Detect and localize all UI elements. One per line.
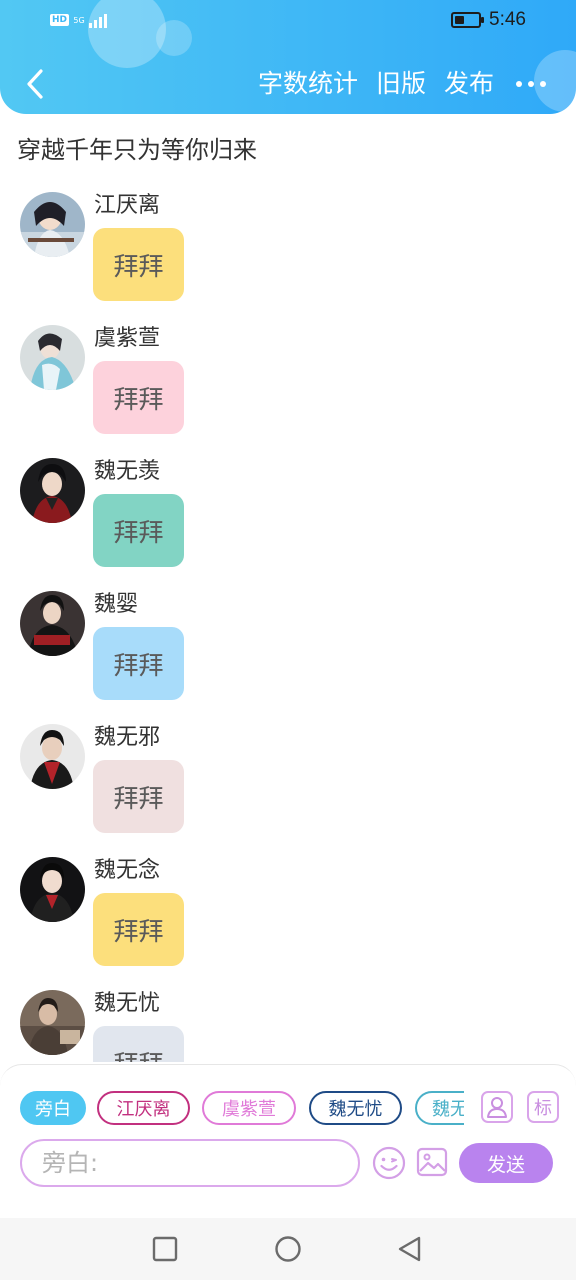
composer-panel: 旁白 江厌离 虞紫萱 魏无忧 魏无 标 发送 (0, 1064, 576, 1218)
publish-button[interactable]: 发布 (444, 62, 494, 106)
role-selector: 旁白 江厌离 虞紫萱 魏无忧 魏无 (20, 1091, 464, 1125)
old-version-button[interactable]: 旧版 (376, 62, 426, 106)
emoji-button[interactable] (371, 1145, 407, 1181)
chat-message[interactable]: 虞紫萱 拜拜 (20, 313, 320, 446)
avatar[interactable] (20, 591, 85, 656)
avatar[interactable] (20, 724, 85, 789)
more-horizontal-icon (516, 81, 522, 87)
message-bubble[interactable]: 拜拜 (93, 1026, 184, 1062)
speaker-name: 魏无念 (94, 858, 161, 883)
manage-roles-button[interactable] (481, 1091, 513, 1123)
chat-message[interactable]: 江厌离 拜拜 (20, 180, 320, 313)
speaker-name: 魏无羡 (94, 459, 161, 484)
chat-message[interactable]: 魏无忧 拜拜 (20, 978, 320, 1062)
signal-icon (89, 12, 108, 28)
message-bubble[interactable]: 拜拜 (93, 494, 184, 567)
emoji-icon (372, 1146, 406, 1180)
speaker-name: 魏无忧 (94, 991, 161, 1016)
send-button[interactable]: 发送 (459, 1143, 553, 1183)
avatar[interactable] (20, 990, 85, 1055)
message-bubble[interactable]: 拜拜 (93, 361, 184, 434)
battery-icon (451, 12, 485, 28)
role-chip-narration[interactable]: 旁白 (20, 1091, 86, 1125)
square-icon[interactable] (152, 1236, 178, 1262)
image-button[interactable] (416, 1146, 448, 1178)
role-chip[interactable]: 魏无 (415, 1091, 464, 1125)
system-nav-bar (0, 1218, 576, 1280)
battery-level (455, 16, 465, 24)
circle-icon[interactable] (275, 1236, 301, 1262)
speaker-name: 江厌离 (94, 193, 161, 218)
decor-bubble (156, 20, 192, 56)
chat-list[interactable]: 江厌离 拜拜 虞紫萱 拜拜 魏无羡 拜拜 魏婴 拜拜 魏无邪 拜拜 魏无念 拜拜… (0, 180, 576, 1062)
network-label: 5G (73, 15, 85, 25)
speaker-name: 魏无邪 (94, 725, 161, 750)
chevron-left-icon (27, 69, 43, 99)
message-bubble[interactable]: 拜拜 (93, 893, 184, 966)
clock: 5:46 (489, 9, 526, 30)
tag-button[interactable]: 标 (527, 1091, 559, 1123)
story-title[interactable]: 穿越千年只为等你归来 (17, 132, 257, 168)
speaker-name: 魏婴 (94, 592, 139, 617)
hd-badge: HD (50, 14, 70, 26)
message-bubble[interactable]: 拜拜 (93, 760, 184, 833)
role-chip[interactable]: 江厌离 (97, 1091, 190, 1125)
avatar[interactable] (20, 857, 85, 922)
more-button[interactable] (516, 62, 546, 106)
message-bubble[interactable]: 拜拜 (93, 228, 184, 301)
image-icon (416, 1147, 448, 1177)
avatar[interactable] (20, 458, 85, 523)
status-bar-left: HD 5G (50, 8, 108, 32)
avatar[interactable] (20, 192, 85, 257)
avatar[interactable] (20, 325, 85, 390)
word-count-button[interactable]: 字数统计 (258, 62, 358, 106)
chat-message[interactable]: 魏无念 拜拜 (20, 845, 320, 978)
triangle-back-icon[interactable] (397, 1236, 423, 1262)
role-chip[interactable]: 魏无忧 (309, 1091, 402, 1125)
speaker-name: 虞紫萱 (94, 326, 161, 351)
status-bar-right: 5:46 (451, 7, 526, 33)
header-actions: 字数统计 旧版 发布 (258, 62, 546, 106)
person-icon (487, 1097, 507, 1118)
back-button[interactable] (18, 64, 52, 104)
role-chip[interactable]: 虞紫萱 (202, 1091, 296, 1125)
app-header: HD 5G 5:46 字数统计 旧版 发布 (0, 0, 576, 114)
chat-message[interactable]: 魏无邪 拜拜 (20, 712, 320, 845)
chat-message[interactable]: 魏无羡 拜拜 (20, 446, 320, 579)
message-bubble[interactable]: 拜拜 (93, 627, 184, 700)
chat-message[interactable]: 魏婴 拜拜 (20, 579, 320, 712)
message-input[interactable] (20, 1139, 360, 1187)
